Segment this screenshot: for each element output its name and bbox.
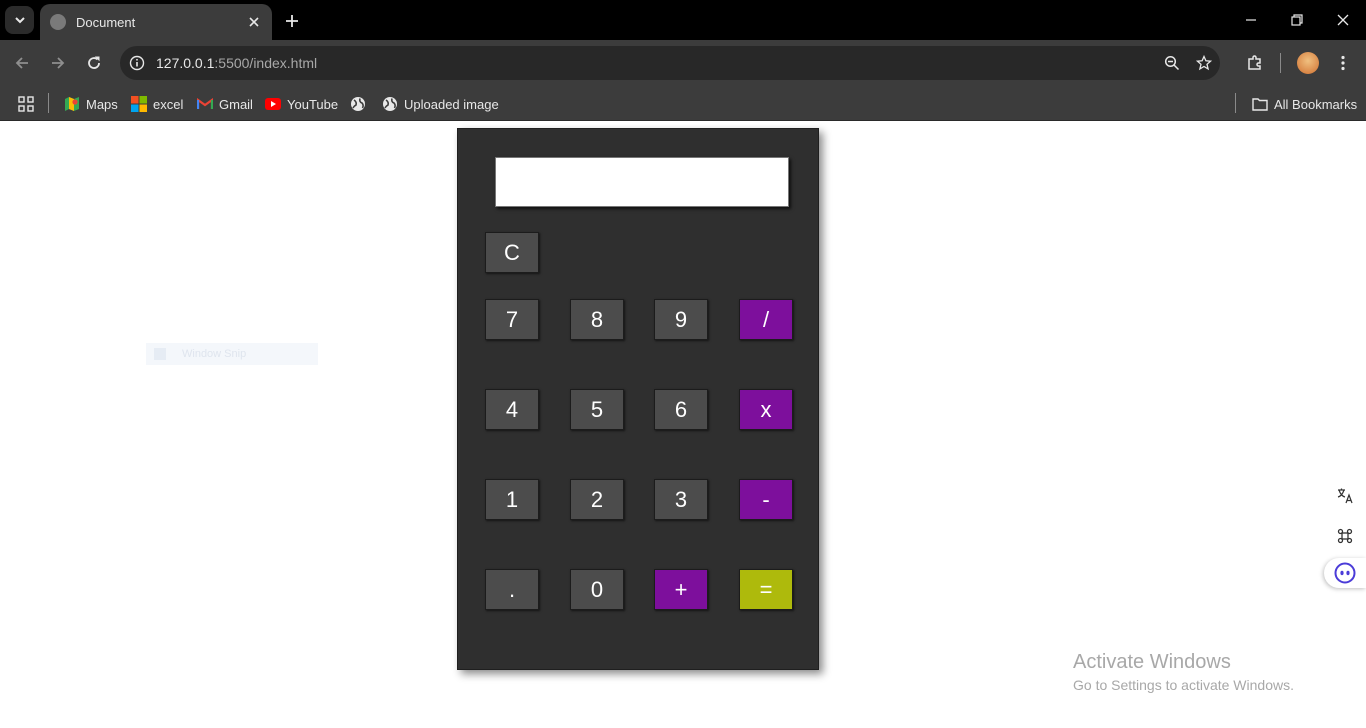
extensions-button[interactable] xyxy=(1243,51,1267,75)
key-0[interactable]: 0 xyxy=(570,569,624,610)
bookmarks-separator xyxy=(48,93,49,113)
equals-button[interactable]: = xyxy=(739,569,793,610)
gmail-icon xyxy=(197,96,213,112)
bookmark-excel[interactable]: excel xyxy=(131,92,183,116)
close-icon xyxy=(1337,14,1349,26)
close-window-button[interactable] xyxy=(1331,8,1355,32)
shortcut-widget[interactable] xyxy=(1330,521,1360,551)
address-bar[interactable]: 127.0.0.1:5500/index.html xyxy=(120,46,1220,80)
bookmark-maps[interactable]: Maps xyxy=(64,92,118,116)
url-text: 127.0.0.1:5500/index.html xyxy=(156,55,317,71)
arrow-right-icon xyxy=(52,57,65,69)
translate-icon xyxy=(1337,488,1353,504)
translate-widget[interactable] xyxy=(1330,481,1360,511)
add-button[interactable]: + xyxy=(654,569,708,610)
bookmark-youtube[interactable]: YouTube xyxy=(265,92,338,116)
reload-icon xyxy=(88,56,100,69)
bookmark-gmail[interactable]: Gmail xyxy=(197,92,253,116)
microsoft-icon xyxy=(131,96,147,112)
close-tab-button[interactable] xyxy=(246,14,262,30)
key-7[interactable]: 7 xyxy=(485,299,539,340)
zoom-button[interactable] xyxy=(1160,51,1184,75)
more-vert-icon xyxy=(1341,55,1345,71)
menu-button[interactable] xyxy=(1331,51,1355,75)
profile-avatar[interactable] xyxy=(1297,52,1319,74)
bookmark-globe[interactable] xyxy=(350,92,372,116)
key-6[interactable]: 6 xyxy=(654,389,708,430)
back-button[interactable] xyxy=(10,51,34,75)
zoom-out-icon xyxy=(1164,55,1180,71)
url-host: 127.0.0.1 xyxy=(156,55,215,71)
tab-title: Document xyxy=(76,14,136,30)
decimal-button[interactable]: . xyxy=(485,569,539,610)
close-icon xyxy=(249,17,259,27)
star-icon xyxy=(1196,55,1212,71)
globe-icon xyxy=(350,96,366,112)
new-tab-button[interactable] xyxy=(280,9,304,33)
bot-icon xyxy=(1334,562,1356,584)
maps-icon xyxy=(64,96,80,112)
key-8[interactable]: 8 xyxy=(570,299,624,340)
all-bookmarks-button[interactable]: All Bookmarks xyxy=(1252,92,1357,116)
restore-button[interactable] xyxy=(1285,8,1309,32)
plus-icon xyxy=(286,15,298,27)
minimize-button[interactable] xyxy=(1239,8,1263,32)
clear-button[interactable]: C xyxy=(485,232,539,273)
key-2[interactable]: 2 xyxy=(570,479,624,520)
key-3[interactable]: 3 xyxy=(654,479,708,520)
restore-icon xyxy=(1291,14,1303,26)
tab-strip: Document xyxy=(0,0,1366,40)
key-5[interactable]: 5 xyxy=(570,389,624,430)
bookmarks-separator xyxy=(1235,93,1236,113)
chevron-down-icon xyxy=(14,17,25,24)
calculator-display[interactable] xyxy=(495,157,789,207)
url-path: :5500/index.html xyxy=(214,55,318,71)
activate-windows-watermark: Activate Windows Go to Settings to activ… xyxy=(1073,651,1294,693)
snip-icon xyxy=(154,348,166,360)
window-snip-ghost: Window Snip xyxy=(146,343,318,365)
key-1[interactable]: 1 xyxy=(485,479,539,520)
forward-button[interactable] xyxy=(46,51,70,75)
bookmark-label: YouTube xyxy=(287,96,339,112)
apps-button[interactable] xyxy=(18,92,34,116)
bookmark-uploaded-image[interactable]: Uploaded image xyxy=(382,92,499,116)
bookmarks-bar: Maps excel Gmail YouTube Uploaded image xyxy=(0,86,1366,121)
multiply-button[interactable]: x xyxy=(739,389,793,430)
info-icon xyxy=(129,55,145,71)
puzzle-icon xyxy=(1248,55,1261,70)
toolbar-separator xyxy=(1280,53,1281,73)
snip-label: Window Snip xyxy=(182,348,247,360)
globe-icon xyxy=(382,96,398,112)
command-icon xyxy=(1337,528,1353,544)
calculator: C 7 8 9 / 4 5 6 x 1 2 3 - . 0 + = xyxy=(457,128,819,670)
key-9[interactable]: 9 xyxy=(654,299,708,340)
active-tab[interactable]: Document xyxy=(40,4,272,40)
reload-button[interactable] xyxy=(82,51,106,75)
folder-icon xyxy=(1252,96,1268,112)
bookmark-star-button[interactable] xyxy=(1192,51,1216,75)
arrow-left-icon xyxy=(15,57,28,69)
bookmark-label: Maps xyxy=(86,96,118,112)
apps-grid-icon xyxy=(18,96,34,112)
bookmark-label: Gmail xyxy=(219,96,253,112)
subtract-button[interactable]: - xyxy=(739,479,793,520)
browser-toolbar: 127.0.0.1:5500/index.html xyxy=(0,40,1366,86)
site-info-button[interactable] xyxy=(120,46,154,80)
page-content: Window Snip C 7 8 9 / 4 5 6 x 1 2 3 - . … xyxy=(0,121,1366,728)
youtube-icon xyxy=(265,96,281,112)
globe-icon xyxy=(50,14,66,30)
watermark-subtitle: Go to Settings to activate Windows. xyxy=(1073,677,1294,693)
divide-button[interactable]: / xyxy=(739,299,793,340)
tab-search-button[interactable] xyxy=(5,6,34,34)
watermark-title: Activate Windows xyxy=(1073,651,1231,673)
bookmark-label: Uploaded image xyxy=(404,96,499,112)
minimize-icon xyxy=(1246,19,1256,21)
all-bookmarks-label: All Bookmarks xyxy=(1274,96,1358,112)
assistant-widget[interactable] xyxy=(1324,558,1366,588)
key-4[interactable]: 4 xyxy=(485,389,539,430)
bookmark-label: excel xyxy=(153,96,184,112)
